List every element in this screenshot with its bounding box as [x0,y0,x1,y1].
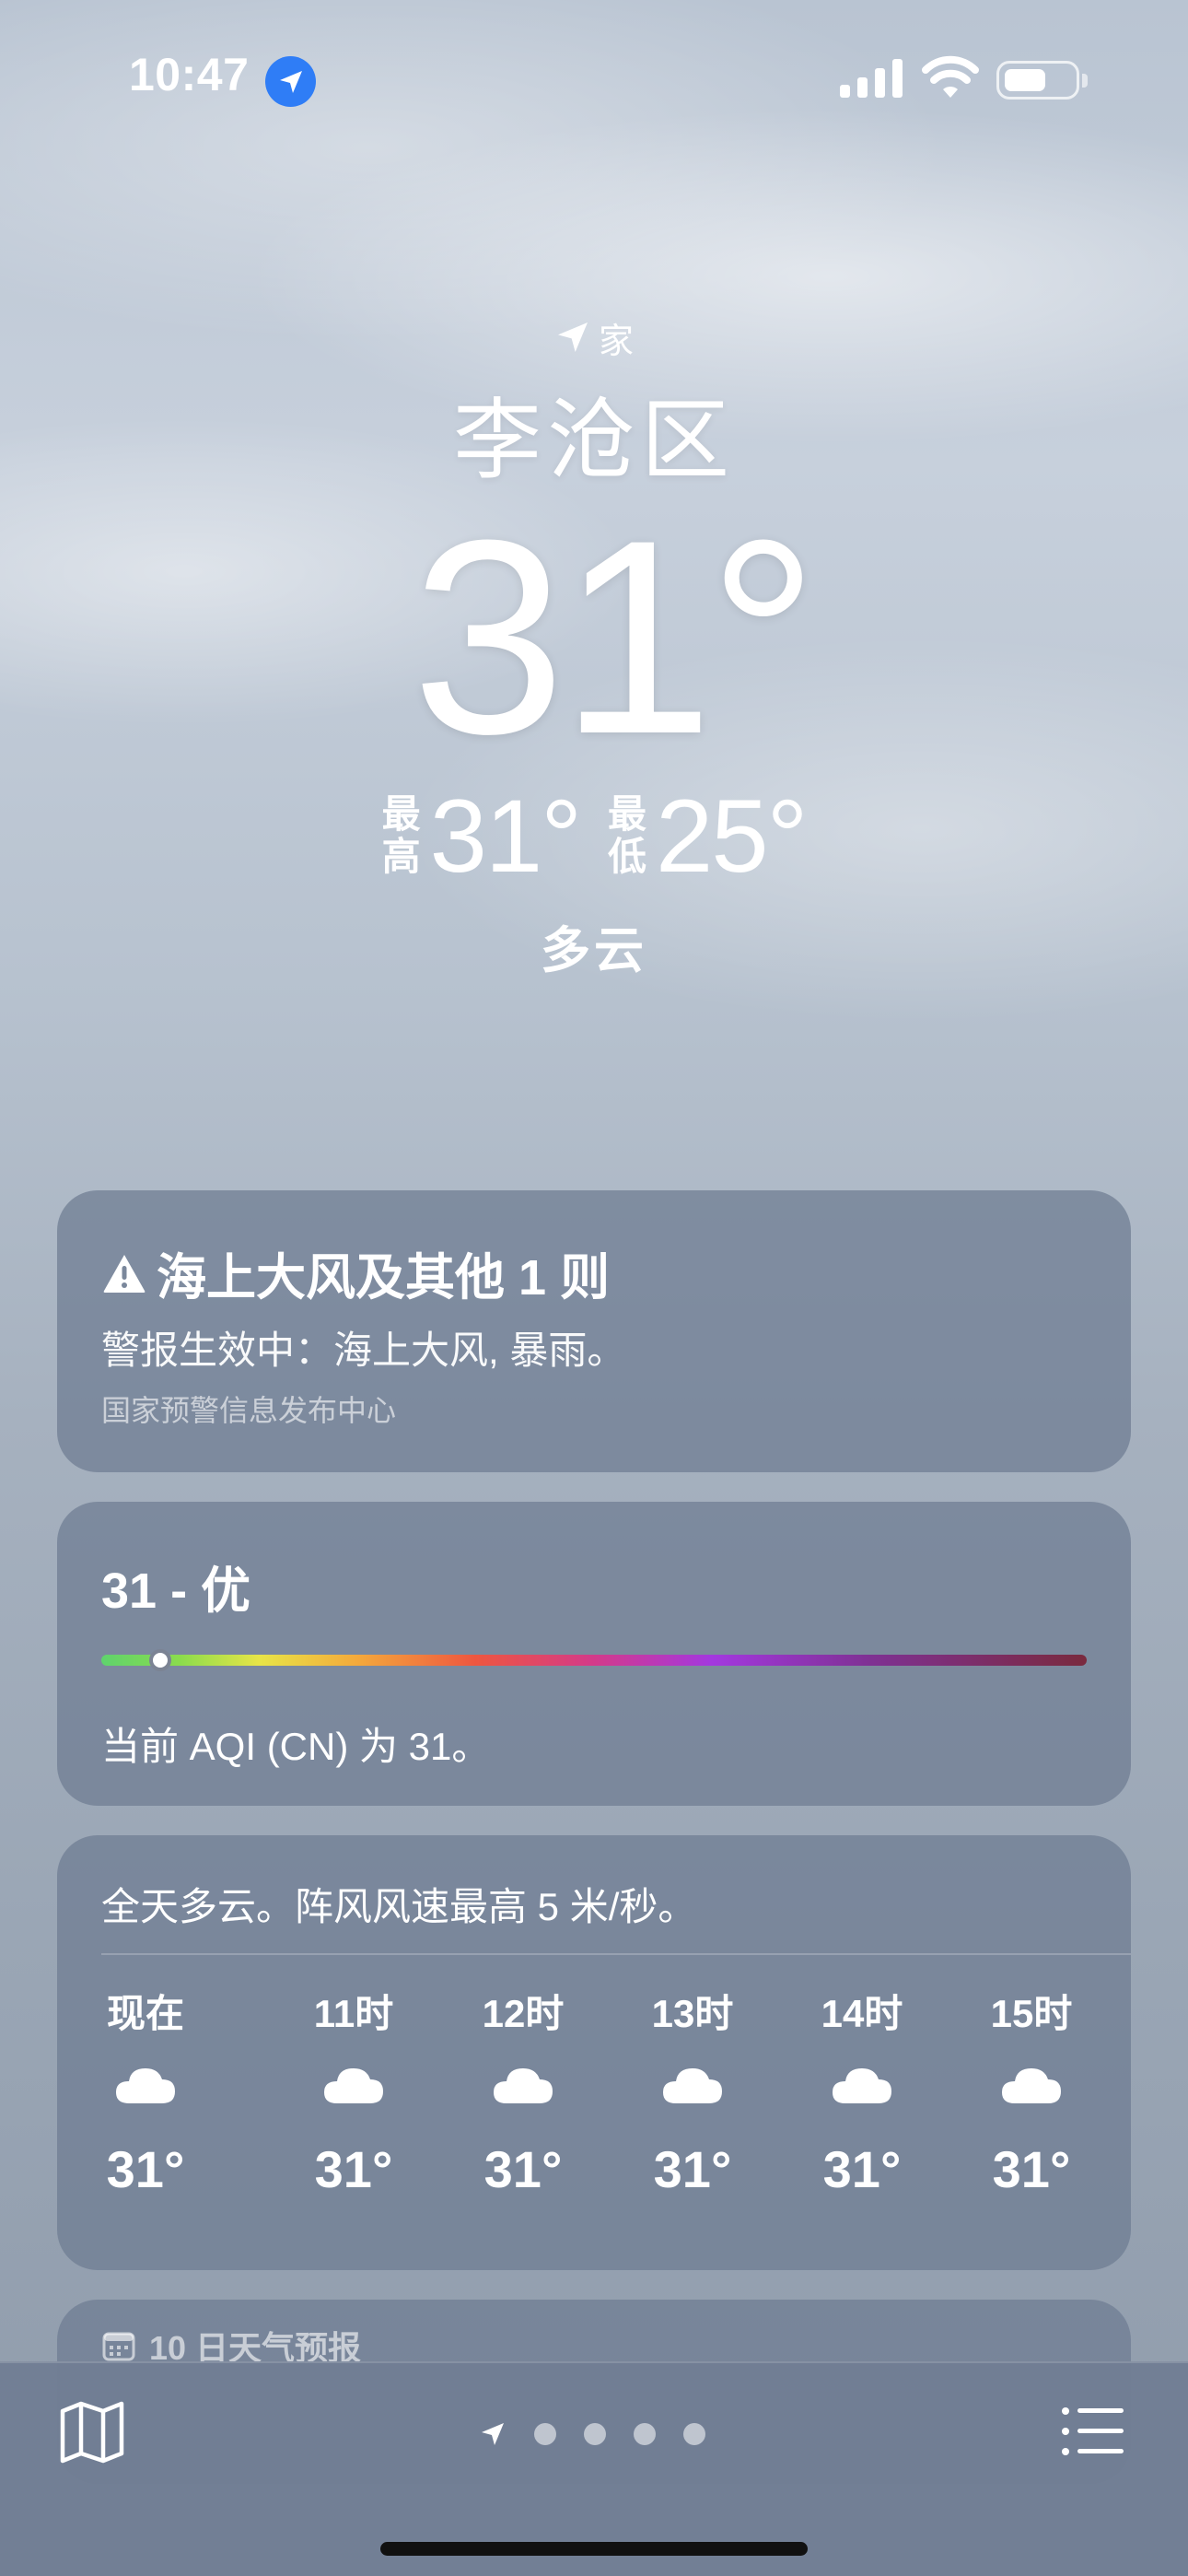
low-label: 最 低 [608,793,646,878]
hourly-item: 12时 31° [438,1981,608,2199]
divider [101,1953,1131,1955]
hourly-item: 16时31° [1116,1981,1131,2199]
hourly-list[interactable]: 现在 31° 11时 31° 12时 31° 13时 31° 14时 31° 15时 31° 16时31… [101,1981,1131,2199]
alert-card[interactable]: 海上大风及其他 1 则 警报生效中：海上大风, 暴雨。 国家预警信息发布中心 [57,1190,1131,1472]
location-arrow-icon [557,322,588,352]
low-temp-value: 25° [656,778,808,894]
hour-label: 11时 [313,1992,394,2035]
hourly-item: 14时 31° [777,1981,947,2199]
cloud-icon [998,2047,1065,2123]
high-low-row: 最 高 31° 最 低 25° [0,779,1188,894]
high-temperature: 最 高 31° [382,777,582,896]
alert-title: 海上大风及其他 1 则 [157,1250,611,1306]
map-icon[interactable] [59,2400,125,2465]
alert-title-row: 海上大风及其他 1 则 [101,1236,610,1309]
aqi-scale-bar [101,1655,1087,1666]
hour-label: 现在 [106,1992,184,2035]
aqi-indicator-dot [149,1649,172,1671]
aqi-description: 当前 AQI (CN) 为 31。 [101,1725,491,1768]
page-dot[interactable] [634,2423,656,2445]
alert-source: 国家预警信息发布中心 [101,1394,397,1427]
status-bar: 10:47 [0,0,1188,157]
alert-body: 警报生效中：海上大风, 暴雨。 [101,1329,626,1372]
high-label-line-1: 最 [381,792,421,836]
page-dot[interactable] [534,2423,556,2445]
hour-label: 14时 [821,1992,903,2035]
cloud-icon [490,2047,556,2123]
hourly-item: 15时 31° [947,1981,1116,2199]
hour-temp: 31° [314,2140,393,2198]
hourly-summary: 全天多云。阵风风速最高 5 米/秒。 [101,1885,697,1928]
location-name: 李沧区 [453,392,735,490]
page-dot[interactable] [683,2423,705,2445]
hour-temp: 31° [653,2140,732,2198]
wifi-icon [922,55,979,98]
low-label-line-1: 最 [608,792,647,836]
high-label: 最 高 [382,793,421,878]
hour-temp: 31° [992,2140,1071,2198]
hourly-item: 13时 31° [608,1981,777,2199]
warning-triangle-icon [103,1254,146,1293]
hour-temp: 31° [106,2140,185,2198]
cloud-icon [320,2047,387,2123]
aqi-value: 31 - 优 [101,1563,251,1619]
hour-label: 12时 [482,1992,565,2035]
cloud-icon [829,2047,895,2123]
page-dot[interactable] [584,2423,606,2445]
location-arrow-icon [265,56,316,107]
hour-temp: 31° [822,2140,902,2198]
home-row: 家 [0,313,1188,361]
high-temp-value: 31° [429,778,582,894]
page-indicator[interactable] [479,2420,705,2448]
low-label-line-2: 低 [608,835,647,878]
cellular-signal-icon [840,59,903,98]
hour-label: 15时 [990,1992,1073,2035]
battery-cap [1082,74,1088,88]
hour-temp: 31° [483,2140,563,2198]
weather-condition: 多云 [541,923,647,978]
list-icon[interactable] [1061,2404,1125,2459]
home-indicator[interactable] [380,2542,808,2556]
cloud-icon [659,2047,726,2123]
current-temperature: 31° [412,482,819,791]
calendar-icon [102,2332,135,2361]
hourly-forecast-card[interactable]: 全天多云。阵风风速最高 5 米/秒。 现在 31° 11时 31° 12时 31° 13时 3… [57,1835,1131,2270]
low-temperature: 最 低 25° [608,777,808,896]
weather-header: 家 李沧区 31° 最 高 31° 最 低 25° 多云 [0,313,1188,982]
location-arrow-icon[interactable] [479,2420,507,2448]
home-label: 家 [598,322,634,361]
hour-label: 13时 [651,1992,734,2035]
status-time: 10:47 [129,49,250,100]
cloud-icon [112,2047,179,2123]
battery-icon [996,61,1079,100]
high-label-line-2: 高 [381,835,421,878]
air-quality-card[interactable]: 31 - 优 当前 AQI (CN) 为 31。 [57,1502,1131,1806]
hourly-item: 11时 31° [269,1981,438,2199]
hourly-item: 现在 31° [101,1981,190,2199]
